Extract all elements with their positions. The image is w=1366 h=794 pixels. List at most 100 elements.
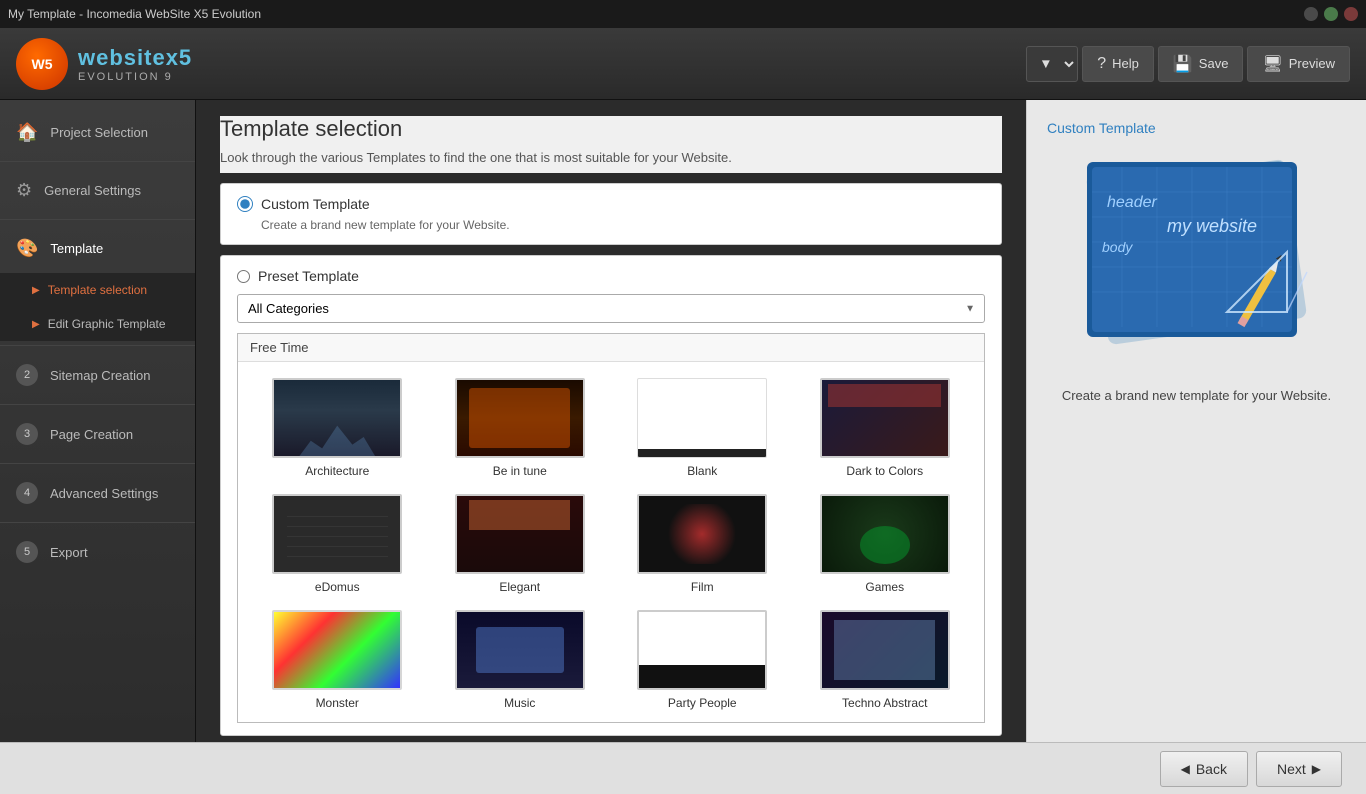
page-description: Look through the various Templates to fi… xyxy=(220,150,1002,165)
next-button[interactable]: Next ▶ xyxy=(1256,751,1342,787)
sidebar-label-sitemap: Sitemap Creation xyxy=(50,368,150,383)
custom-template-radio[interactable] xyxy=(237,196,253,212)
template-thumb-film xyxy=(637,494,767,574)
right-panel-title: Custom Template xyxy=(1047,120,1156,136)
template-thumb-architecture xyxy=(272,378,402,458)
template-name-monster: Monster xyxy=(316,696,359,710)
template-item-games[interactable]: Games xyxy=(802,494,969,594)
template-thumb-be-in-tune xyxy=(455,378,585,458)
custom-template-desc: Create a brand new template for your Web… xyxy=(261,218,985,232)
template-thumb-edomus xyxy=(272,494,402,574)
right-panel: Custom Template xyxy=(1026,100,1366,742)
help-label: Help xyxy=(1112,56,1139,71)
help-icon: ? xyxy=(1097,55,1106,73)
step-num-export: 5 xyxy=(16,541,38,563)
main-layout: 🏠 Project Selection ⚙ General Settings 🎨… xyxy=(0,100,1366,742)
template-name-music: Music xyxy=(504,696,535,710)
logo-evolution: EVOLUTION 9 xyxy=(78,71,192,83)
template-thumb-blank xyxy=(637,378,767,458)
template-item-music[interactable]: Music xyxy=(437,610,604,710)
template-item-elegant[interactable]: Elegant xyxy=(437,494,604,594)
divider-3 xyxy=(0,345,195,346)
page-title: Template selection xyxy=(220,116,1002,142)
divider-6 xyxy=(0,522,195,523)
sidebar: 🏠 Project Selection ⚙ General Settings 🎨… xyxy=(0,100,196,742)
back-button[interactable]: ◀ Back xyxy=(1160,751,1248,787)
logo-icon xyxy=(16,38,68,90)
sidebar-item-project-selection[interactable]: 🏠 Project Selection xyxy=(0,108,195,157)
template-name-blank: Blank xyxy=(687,464,717,478)
sidebar-item-edit-graphic[interactable]: ▶ Edit Graphic Template xyxy=(0,307,195,341)
maximize-button[interactable] xyxy=(1324,7,1338,21)
template-name-edomus: eDomus xyxy=(315,580,360,594)
svg-text:header: header xyxy=(1107,194,1157,211)
arrow-icon-2: ▶ xyxy=(32,319,40,330)
back-arrow-icon: ◀ xyxy=(1181,762,1190,776)
header-actions: ▼ ? Help 💾 Save 🖥 Preview xyxy=(1026,46,1350,82)
template-item-dark-to-colors[interactable]: Dark to Colors xyxy=(802,378,969,478)
template-grid-wrapper[interactable]: Free Time ArchitectureBe in tuneBlankDar… xyxy=(237,333,985,723)
right-panel-description: Create a brand new template for your Web… xyxy=(1062,388,1331,403)
step-num-advanced: 4 xyxy=(16,482,38,504)
category-dropdown[interactable]: All Categories Free Time Business Techno… xyxy=(237,294,985,323)
sidebar-item-general-settings[interactable]: ⚙ General Settings xyxy=(0,166,195,215)
preset-template-row: Preset Template xyxy=(237,268,985,284)
window-controls xyxy=(1304,7,1358,21)
svg-text:body: body xyxy=(1102,239,1133,255)
template-icon: 🎨 xyxy=(16,238,38,259)
sidebar-item-sitemap[interactable]: 2 Sitemap Creation xyxy=(0,350,195,400)
preview-icon: 🖥 xyxy=(1262,54,1282,74)
help-button[interactable]: ? Help xyxy=(1082,46,1154,82)
main-content-area: Template selection Look through the vari… xyxy=(196,100,1366,742)
template-item-blank[interactable]: Blank xyxy=(619,378,786,478)
preview-button[interactable]: 🖥 Preview xyxy=(1247,46,1350,82)
template-name-film: Film xyxy=(691,580,714,594)
sidebar-item-page-creation[interactable]: 3 Page Creation xyxy=(0,409,195,459)
header-dropdown[interactable]: ▼ xyxy=(1026,46,1078,82)
step-num-sitemap: 2 xyxy=(16,364,38,386)
sidebar-label-project: Project Selection xyxy=(50,125,148,140)
template-item-edomus[interactable]: eDomus xyxy=(254,494,421,594)
close-button[interactable] xyxy=(1344,7,1358,21)
template-name-techno-abstract: Techno Abstract xyxy=(842,696,927,710)
template-item-architecture[interactable]: Architecture xyxy=(254,378,421,478)
sidebar-item-template-group[interactable]: 🎨 Template xyxy=(0,224,195,273)
titlebar: My Template - Incomedia WebSite X5 Evolu… xyxy=(0,0,1366,28)
template-thumb-music xyxy=(455,610,585,690)
minimize-button[interactable] xyxy=(1304,7,1318,21)
template-item-techno-abstract[interactable]: Techno Abstract xyxy=(802,610,969,710)
titlebar-title: My Template - Incomedia WebSite X5 Evolu… xyxy=(8,7,261,21)
divider-2 xyxy=(0,219,195,220)
template-item-film[interactable]: Film xyxy=(619,494,786,594)
svg-text:my website: my website xyxy=(1167,216,1257,236)
arrow-icon-1: ▶ xyxy=(32,285,40,296)
preset-template-section: Preset Template All Categories Free Time… xyxy=(220,255,1002,736)
template-thumb-games xyxy=(820,494,950,574)
custom-template-section: Custom Template Create a brand new templ… xyxy=(220,183,1002,245)
template-name-architecture: Architecture xyxy=(305,464,369,478)
sidebar-label-general: General Settings xyxy=(44,183,141,198)
save-button[interactable]: 💾 Save xyxy=(1158,46,1244,82)
template-name-be-in-tune: Be in tune xyxy=(493,464,547,478)
next-label: Next xyxy=(1277,761,1306,777)
divider-4 xyxy=(0,404,195,405)
template-item-party-people[interactable]: Party People xyxy=(619,610,786,710)
template-item-be-in-tune[interactable]: Be in tune xyxy=(437,378,604,478)
sidebar-item-template-selection[interactable]: ▶ Template selection xyxy=(0,273,195,307)
divider-5 xyxy=(0,463,195,464)
center-panel: Template selection Look through the vari… xyxy=(196,100,1026,742)
preset-template-label: Preset Template xyxy=(258,268,359,284)
sidebar-item-export[interactable]: 5 Export xyxy=(0,527,195,577)
sidebar-item-advanced[interactable]: 4 Advanced Settings xyxy=(0,468,195,518)
template-item-monster[interactable]: Monster xyxy=(254,610,421,710)
sidebar-label-export: Export xyxy=(50,545,88,560)
sidebar-label-advanced: Advanced Settings xyxy=(50,486,158,501)
save-icon: 💾 xyxy=(1173,54,1193,74)
blueprint-image: header body my website xyxy=(1067,152,1327,372)
back-label: Back xyxy=(1196,761,1227,777)
preset-template-radio[interactable] xyxy=(237,270,250,283)
settings-icon: ⚙ xyxy=(16,180,32,201)
template-name-dark-to-colors: Dark to Colors xyxy=(846,464,923,478)
content-header: Template selection Look through the vari… xyxy=(220,116,1002,173)
template-grid: Architecture Be in tune Blank Dark to Color… xyxy=(238,362,984,723)
